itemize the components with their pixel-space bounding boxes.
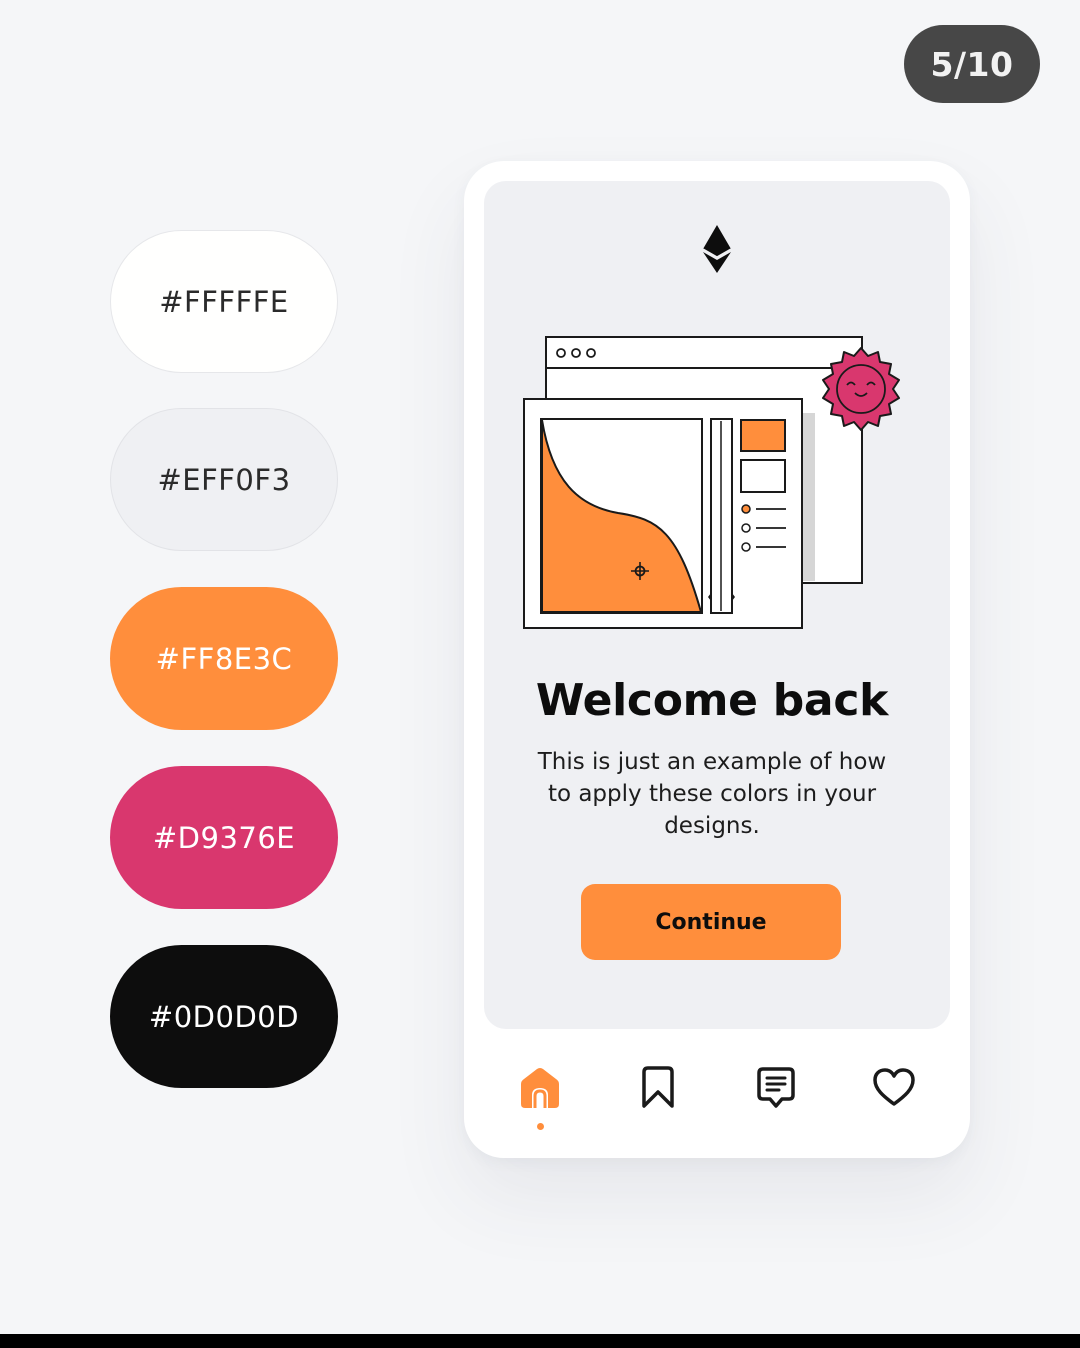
bookmark-icon xyxy=(642,1066,674,1108)
swatch-label: #FFFFFE xyxy=(159,284,289,319)
app-screen: Welcome back This is just an example of … xyxy=(484,181,950,1029)
swatch-orange: #FF8E3C xyxy=(110,587,338,730)
swatch-white: #FFFFFE xyxy=(110,230,338,373)
swatch-light-gray: #EFF0F3 xyxy=(110,408,338,551)
heart-icon xyxy=(873,1068,915,1106)
phone-mockup: Welcome back This is just an example of … xyxy=(464,161,970,1158)
home-icon xyxy=(521,1068,559,1108)
swatch-label: #D9376E xyxy=(152,820,296,855)
nav-bookmark[interactable] xyxy=(634,1063,682,1111)
page-counter-badge: 5/10 xyxy=(904,25,1040,103)
welcome-title: Welcome back xyxy=(535,675,889,726)
swatch-label: #0D0D0D xyxy=(148,999,300,1034)
continue-button[interactable]: Continue xyxy=(581,884,841,960)
browser-windows-illustration xyxy=(523,336,900,629)
swatch-label: #EFF0F3 xyxy=(157,462,291,497)
system-bottom-bar xyxy=(0,1334,1080,1348)
active-nav-indicator xyxy=(537,1123,544,1130)
nav-messages[interactable] xyxy=(752,1063,800,1111)
message-icon xyxy=(757,1067,795,1108)
swatch-label: #FF8E3C xyxy=(155,641,293,676)
swatch-black: #0D0D0D xyxy=(110,945,338,1088)
ethereum-icon xyxy=(702,225,732,273)
nav-favorites[interactable] xyxy=(870,1063,918,1111)
nav-home[interactable] xyxy=(516,1063,564,1111)
welcome-body-text: This is just an example of how to apply … xyxy=(537,749,887,839)
swatch-pink: #D9376E xyxy=(110,766,338,909)
